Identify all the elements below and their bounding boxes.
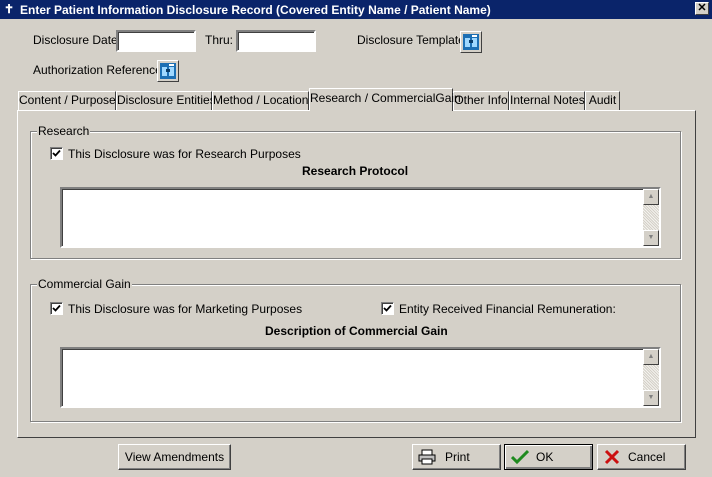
commercial-gain-description-heading: Description of Commercial Gain (265, 324, 448, 338)
binoculars-icon (160, 63, 176, 79)
tab-method-location[interactable]: Method / Location (212, 91, 309, 110)
cancel-label: Cancel (628, 450, 666, 464)
research-purposes-label: This Disclosure was for Research Purpose… (68, 147, 301, 161)
commercial-gain-scrollbar[interactable]: ▲ ▼ (643, 349, 659, 406)
commercial-gain-group-label: Commercial Gain (37, 277, 132, 291)
printer-icon (418, 449, 436, 465)
arrow-up-icon: ▲ (647, 193, 655, 200)
view-amendments-label: View Amendments (124, 450, 225, 464)
tab-disclosure-entities[interactable]: Disclosure Entities (116, 91, 216, 110)
arrow-up-icon: ▲ (647, 353, 655, 360)
disclosure-date-label: Disclosure Date: (33, 33, 122, 47)
close-icon: ✕ (697, 2, 707, 14)
red-x-icon (604, 449, 620, 465)
close-button[interactable]: ✕ (695, 2, 709, 15)
research-group-label: Research (37, 124, 91, 138)
thru-date-input[interactable] (238, 32, 314, 50)
print-label: Print (445, 450, 470, 464)
window-title: Enter Patient Information Disclosure Rec… (20, 3, 491, 17)
thru-date-field[interactable] (236, 30, 316, 52)
checkmark-icon (52, 304, 61, 312)
research-purposes-checkbox[interactable] (50, 147, 63, 160)
app-icon: ✝ (3, 2, 15, 16)
arrow-down-icon: ▼ (647, 394, 655, 401)
binoculars-icon (463, 34, 479, 50)
ok-button[interactable]: OK (504, 444, 593, 470)
green-check-icon (511, 449, 529, 465)
disclosure-template-label: Disclosure Template: (357, 33, 469, 47)
tab-other-info[interactable]: Other Info (453, 91, 509, 110)
tab-audit[interactable]: Audit (585, 91, 620, 110)
research-protocol-scrollbar[interactable]: ▲ ▼ (643, 189, 659, 246)
scroll-up-button[interactable]: ▲ (643, 349, 659, 365)
ok-label: OK (536, 450, 554, 464)
title-bar: ✝ Enter Patient Information Disclosure R… (0, 0, 712, 19)
marketing-purposes-label: This Disclosure was for Marketing Purpos… (68, 302, 303, 316)
disclosure-template-picker-button[interactable] (460, 31, 482, 53)
disclosure-date-field[interactable] (116, 30, 196, 52)
tab-content-purpose[interactable]: Content / Purpose (18, 91, 116, 110)
checkmark-icon (52, 149, 61, 157)
research-protocol-memo[interactable]: ▲ ▼ (60, 187, 661, 248)
checkmark-icon (383, 304, 392, 312)
commercial-gain-description-memo[interactable]: ▲ ▼ (60, 347, 661, 408)
marketing-purposes-checkbox[interactable] (50, 302, 63, 315)
tab-internal-notes[interactable]: Internal Notes (509, 91, 585, 110)
thru-label: Thru: (205, 33, 234, 47)
financial-remuneration-label: Entity Received Financial Remuneration: (399, 302, 616, 316)
arrow-down-icon: ▼ (647, 234, 655, 241)
authorization-reference-picker-button[interactable] (157, 60, 179, 82)
authorization-reference-label: Authorization Reference: (33, 63, 166, 77)
tab-research-commercial-gain[interactable]: Research / CommercialGain (309, 88, 461, 111)
research-protocol-heading: Research Protocol (302, 164, 409, 178)
financial-remuneration-checkbox[interactable] (381, 302, 394, 315)
scroll-down-button[interactable]: ▼ (643, 390, 659, 406)
view-amendments-button[interactable]: View Amendments (118, 444, 231, 470)
scroll-down-button[interactable]: ▼ (643, 230, 659, 246)
scroll-up-button[interactable]: ▲ (643, 189, 659, 205)
print-button[interactable]: Print (412, 444, 501, 470)
cancel-button[interactable]: Cancel (597, 444, 686, 470)
disclosure-date-input[interactable] (118, 32, 194, 50)
